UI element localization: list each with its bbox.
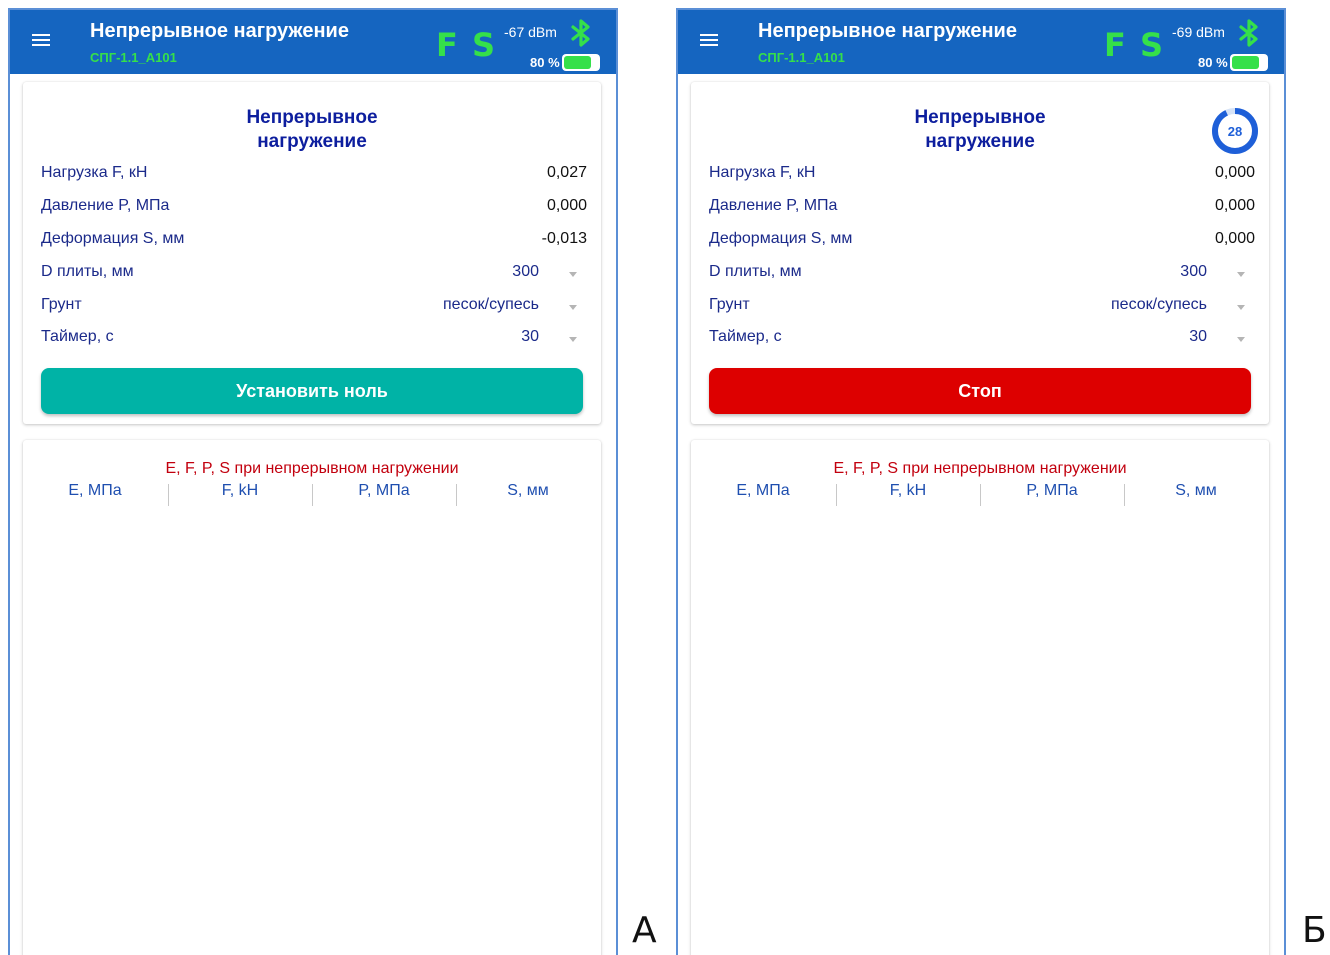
soil-select[interactable]: Грунт песок/супесь (41, 296, 587, 320)
load-row: Нагрузка F, кН 0,000 (709, 164, 1255, 188)
plate-diameter-label: D плиты, мм (41, 263, 134, 280)
set-zero-button[interactable]: Установить ноль (41, 368, 583, 414)
deformation-value: 0,000 (1214, 230, 1255, 247)
load-value: 0,000 (1214, 164, 1255, 181)
app-bar: Непрерывное нагружение СПГ-1.1_А101 F S … (678, 10, 1284, 74)
card-title: Непрерывное нагружение (691, 106, 1269, 154)
deformation-value: -0,013 (541, 230, 587, 247)
timer-value: 30 (521, 328, 539, 345)
panel-label-b: Б (1302, 910, 1327, 951)
battery-fill (564, 56, 591, 69)
load-row: Нагрузка F, кН 0,027 (41, 164, 587, 188)
signal-strength: -67 dBm (504, 24, 557, 40)
soil-value: песок/супесь (1111, 296, 1207, 313)
menu-icon[interactable] (700, 31, 724, 53)
device-name: СПГ-1.1_А101 (758, 50, 845, 65)
phone-screen-a: Непрерывное нагружение СПГ-1.1_А101 F S … (8, 8, 618, 955)
measurement-card: Непрерывное нагружение 28 Нагрузка F, кН… (691, 82, 1269, 424)
force-sensor-indicator: F (436, 26, 458, 64)
results-card: E, F, P, S при непрерывном нагружении E,… (691, 440, 1269, 955)
dropdown-arrow-icon (569, 305, 577, 310)
card-title: Непрерывное нагружение (23, 106, 601, 154)
device-name: СПГ-1.1_А101 (90, 50, 177, 65)
results-table-header: E, МПа F, kH P, МПа S, мм (23, 482, 601, 506)
column-p: P, МПа (1026, 482, 1078, 499)
displacement-sensor-indicator: S (472, 26, 496, 64)
timer-value: 30 (1189, 328, 1207, 345)
column-f: F, kH (221, 482, 259, 499)
pressure-label: Давление P, МПа (709, 197, 838, 214)
column-f: F, kH (889, 482, 927, 499)
load-value: 0,027 (546, 164, 587, 181)
signal-strength: -69 dBm (1172, 24, 1225, 40)
bluetooth-icon (571, 19, 590, 47)
deformation-label: Деформация S, мм (709, 230, 853, 247)
card-title-line2: нагружение (257, 131, 367, 152)
battery-icon (1230, 54, 1268, 71)
deformation-row: Деформация S, мм -0,013 (41, 230, 587, 254)
soil-select[interactable]: Грунт песок/супесь (709, 296, 1255, 320)
pressure-row: Давление P, МПа 0,000 (709, 197, 1255, 221)
phone-screen-b: Непрерывное нагружение СПГ-1.1_А101 F S … (676, 8, 1286, 955)
results-card: E, F, P, S при непрерывном нагружении E,… (23, 440, 601, 955)
deformation-label: Деформация S, мм (41, 230, 185, 247)
plate-diameter-label: D плиты, мм (709, 263, 802, 280)
battery-percent: 80 % (1198, 55, 1228, 70)
dropdown-arrow-icon (569, 272, 577, 277)
column-s: S, мм (507, 482, 549, 499)
load-label: Нагрузка F, кН (709, 164, 816, 181)
results-table-title: E, F, P, S при непрерывном нагружении (165, 460, 459, 477)
soil-label: Грунт (41, 296, 82, 313)
battery-icon (562, 54, 600, 71)
plate-diameter-value: 300 (512, 263, 539, 280)
card-title-line1: Непрерывное (246, 107, 378, 128)
pressure-value: 0,000 (1214, 197, 1255, 214)
dropdown-arrow-icon (1237, 272, 1245, 277)
dropdown-arrow-icon (1237, 337, 1245, 342)
column-s: S, мм (1175, 482, 1217, 499)
timer-label: Таймер, с (41, 328, 114, 345)
plate-diameter-select[interactable]: D плиты, мм 300 (41, 263, 587, 287)
column-e: E, МПа (68, 482, 122, 499)
plate-diameter-value: 300 (1180, 263, 1207, 280)
timer-select[interactable]: Таймер, с 30 (709, 328, 1255, 352)
app-bar: Непрерывное нагружение СПГ-1.1_А101 F S … (10, 10, 616, 74)
bluetooth-icon (1239, 19, 1258, 47)
app-title: Непрерывное нагружение (90, 20, 349, 42)
menu-icon[interactable] (32, 31, 56, 53)
dropdown-arrow-icon (1237, 305, 1245, 310)
app-title: Непрерывное нагружение (758, 20, 1017, 42)
battery-percent: 80 % (530, 55, 560, 70)
pressure-row: Давление P, МПа 0,000 (41, 197, 587, 221)
pressure-label: Давление P, МПа (41, 197, 170, 214)
plate-diameter-select[interactable]: D плиты, мм 300 (709, 263, 1255, 287)
force-sensor-indicator: F (1104, 26, 1126, 64)
results-table-header: E, МПа F, kH P, МПа S, мм (691, 482, 1269, 506)
soil-label: Грунт (709, 296, 750, 313)
card-title-line2: нагружение (925, 131, 1035, 152)
column-p: P, МПа (358, 482, 410, 499)
measurement-card: Непрерывное нагружение Нагрузка F, кН 0,… (23, 82, 601, 424)
displacement-sensor-indicator: S (1140, 26, 1164, 64)
card-title-line1: Непрерывное (914, 107, 1046, 128)
load-label: Нагрузка F, кН (41, 164, 148, 181)
battery-fill (1232, 56, 1259, 69)
deformation-row: Деформация S, мм 0,000 (709, 230, 1255, 254)
dropdown-arrow-icon (569, 337, 577, 342)
timer-countdown: 28 (1228, 124, 1242, 139)
stop-button[interactable]: Стоп (709, 368, 1251, 414)
soil-value: песок/супесь (443, 296, 539, 313)
timer-label: Таймер, с (709, 328, 782, 345)
pressure-value: 0,000 (546, 197, 587, 214)
column-e: E, МПа (736, 482, 790, 499)
results-table-title: E, F, P, S при непрерывном нагружении (833, 460, 1127, 477)
panel-label-a: А (632, 910, 657, 951)
timer-select[interactable]: Таймер, с 30 (41, 328, 587, 352)
timer-progress-ring: 28 (1212, 108, 1258, 154)
